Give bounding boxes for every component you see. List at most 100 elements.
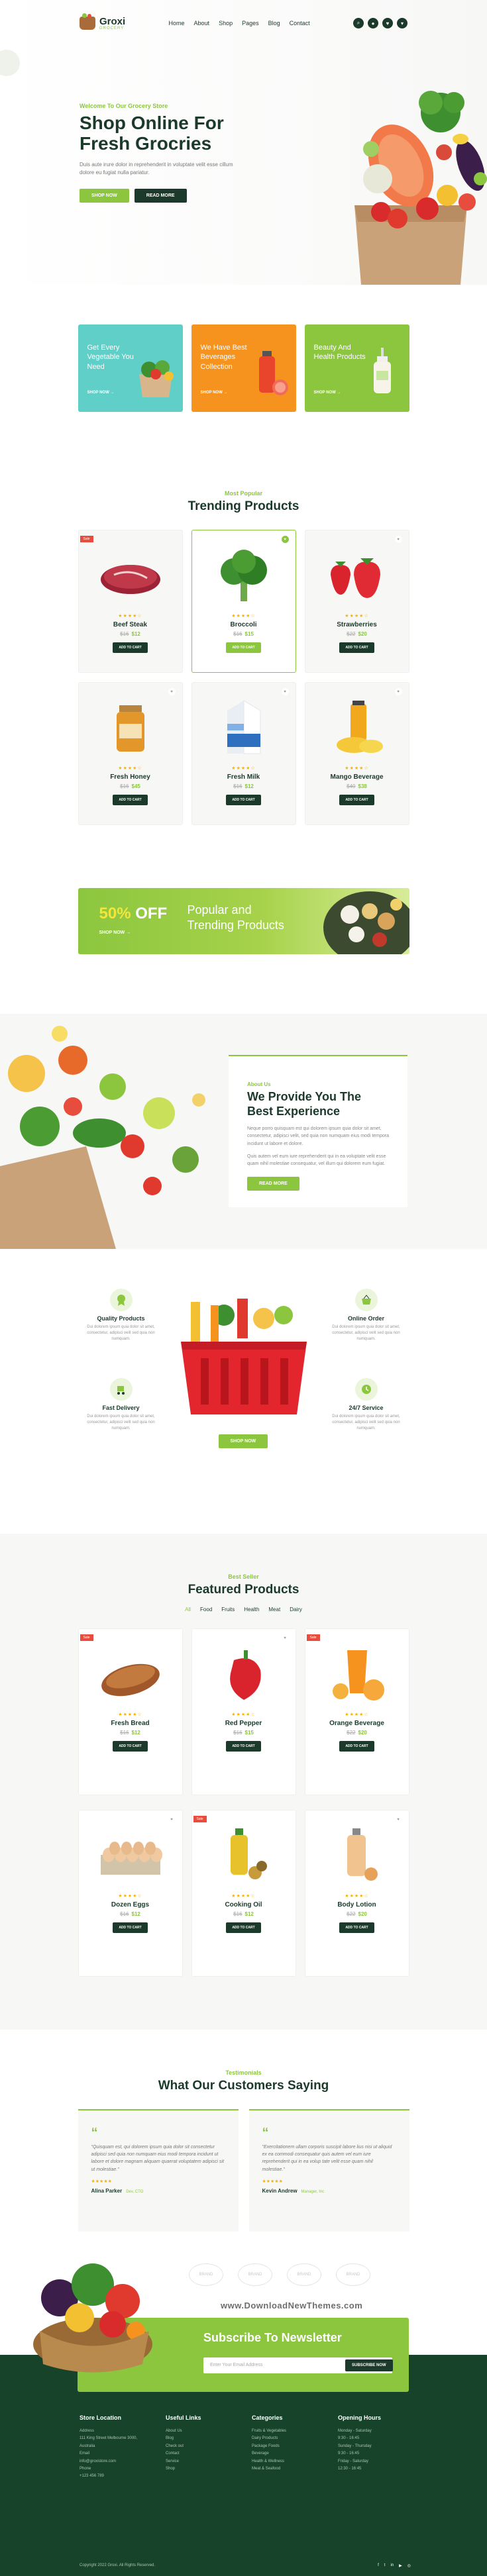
footer-link[interactable]: Package Foods	[252, 2443, 325, 2450]
rating-stars: ★★★★☆	[231, 766, 256, 771]
footer-link[interactable]: Fruits & Vegetables	[252, 2428, 325, 2435]
footer-link[interactable]: Contact	[166, 2450, 239, 2457]
nav-home[interactable]: Home	[169, 20, 185, 26]
product-name[interactable]: Fresh Bread	[79, 1720, 182, 1727]
wishlist-heart-icon[interactable]: ♥	[281, 536, 289, 543]
wishlist-heart-icon[interactable]: ♥	[281, 1634, 289, 1642]
linkedin-icon[interactable]: in	[390, 2563, 394, 2568]
promo-card-beverages[interactable]: We Have Best Beverages Collection SHOP N…	[191, 324, 296, 412]
promo-card-beauty[interactable]: Beauty And Health Products SHOP NOW →	[304, 324, 409, 412]
footer-link[interactable]: Meat & Seafood	[252, 2465, 325, 2473]
filter-all[interactable]: All	[185, 1607, 191, 1612]
promo-card-vegetables[interactable]: Get Every Vegetable You Need SHOP NOW →	[78, 324, 183, 412]
footer-link[interactable]: Dairy Products	[252, 2435, 325, 2442]
add-to-cart-button[interactable]: ADD TO CART	[226, 795, 261, 805]
read-more-button[interactable]: READ MORE	[134, 188, 187, 203]
logo[interactable]: Groxi GROCERY	[80, 13, 125, 30]
footer-text[interactable]: info@groxistore.com	[80, 2458, 152, 2465]
wishlist-heart-icon[interactable]: ♥	[168, 1816, 176, 1823]
filter-health[interactable]: Health	[244, 1607, 259, 1612]
footer-text[interactable]: +123 456 789	[80, 2473, 152, 2480]
nav-contact[interactable]: Contact	[290, 20, 310, 26]
filter-dairy[interactable]: Dairy	[290, 1607, 302, 1612]
footer-link[interactable]: Health & Wellness	[252, 2458, 325, 2465]
product-name[interactable]: Red Pepper	[192, 1720, 296, 1727]
subscribe-button[interactable]: SUBSCRIBE NOW	[345, 2359, 393, 2371]
discount-banner[interactable]: 50% OFF SHOP NOW → Popular and Trending …	[78, 888, 409, 954]
product-card[interactable]: Sale ★★★★☆ Cooking Oil $16 $12 ADD TO CAR…	[191, 1810, 296, 1977]
search-icon[interactable]: ⌕	[353, 18, 364, 28]
promo-shop-link[interactable]: SHOP NOW →	[87, 391, 115, 395]
nav-pages[interactable]: Pages	[242, 20, 259, 26]
wishlist-heart-icon[interactable]: ♥	[168, 688, 176, 695]
product-card[interactable]: Sale ★★★★☆ Fresh Bread $16 $12 ADD TO CAR…	[78, 1628, 183, 1795]
footer-link[interactable]: Check out	[166, 2443, 239, 2450]
product-card[interactable]: ♥ ★★★★☆ Dozen Eggs $16 $12 ADD TO CART	[78, 1810, 183, 1977]
footer-link[interactable]: Service	[166, 2458, 239, 2465]
instagram-icon[interactable]: ◎	[407, 2563, 411, 2568]
footer-link[interactable]: Shop	[166, 2465, 239, 2473]
about-read-more-button[interactable]: READ MORE	[247, 1177, 299, 1191]
add-to-cart-button[interactable]: ADD TO CART	[226, 642, 261, 653]
nav-blog[interactable]: Blog	[268, 20, 280, 26]
footer-link[interactable]: Blog	[166, 2435, 239, 2442]
wishlist-heart-icon[interactable]: ♥	[394, 1816, 402, 1823]
youtube-icon[interactable]: ▶	[399, 2563, 402, 2568]
product-card[interactable]: ♥ ★★★★☆ Body Lotion $22 $20 ADD TO CART	[304, 1810, 409, 1977]
add-to-cart-button[interactable]: ADD TO CART	[113, 795, 148, 805]
facebook-icon[interactable]: f	[378, 2563, 379, 2568]
product-name[interactable]: Beef Steak	[79, 621, 182, 628]
product-name[interactable]: Strawberries	[305, 621, 409, 628]
product-name[interactable]: Dozen Eggs	[79, 1901, 182, 1908]
footer-link[interactable]: Beverage	[252, 2450, 325, 2457]
filter-fruits[interactable]: Fruits	[221, 1607, 235, 1612]
product-card[interactable]: ♥ ★★★★☆ Mango Beverage $40 $38 ADD TO CAR…	[304, 682, 409, 825]
product-name[interactable]: Orange Beverage	[305, 1720, 409, 1727]
filter-meat[interactable]: Meat	[268, 1607, 280, 1612]
footer-label: Email	[80, 2452, 90, 2456]
product-card[interactable]: ♥ ★★★★☆ Broccoli $16 $15 ADD TO CART	[191, 530, 296, 673]
banner-shop-link[interactable]: SHOP NOW →	[99, 930, 131, 935]
cart-icon[interactable]: ▾	[397, 18, 407, 28]
features-shop-now-button[interactable]: SHOP NOW	[218, 1434, 268, 1448]
add-to-cart-button[interactable]: ADD TO CART	[113, 1741, 148, 1752]
product-name[interactable]: Mango Beverage	[305, 773, 409, 781]
product-name[interactable]: Body Lotion	[305, 1901, 409, 1908]
product-card[interactable]: Sale ★★★★☆ Orange Beverage $22 $20 ADD TO…	[304, 1628, 409, 1795]
new-price: $45	[131, 783, 140, 789]
copyright-text: Copyright 2022 Groxi. All Rights Reserve…	[80, 2563, 156, 2567]
promo-shop-link[interactable]: SHOP NOW →	[201, 391, 228, 395]
product-name[interactable]: Cooking Oil	[192, 1901, 296, 1908]
add-to-cart-button[interactable]: ADD TO CART	[339, 642, 374, 653]
testimonial-author: Alina Parker Dev, CTO	[91, 2188, 225, 2194]
add-to-cart-button[interactable]: ADD TO CART	[113, 642, 148, 653]
product-name[interactable]: Broccoli	[192, 621, 296, 628]
user-icon[interactable]: ●	[368, 18, 378, 28]
nav-about[interactable]: About	[194, 20, 210, 26]
groceries-image	[323, 891, 409, 954]
product-card[interactable]: ♥ ★★★★☆ Fresh Honey $16 $45 ADD TO CART	[78, 682, 183, 825]
filter-food[interactable]: Food	[200, 1607, 212, 1612]
wishlist-heart-icon[interactable]: ♥	[394, 688, 402, 695]
footer-link[interactable]: About Us	[166, 2428, 239, 2435]
promo-shop-link[interactable]: SHOP NOW →	[314, 391, 341, 395]
twitter-icon[interactable]: t	[384, 2563, 386, 2568]
product-name[interactable]: Fresh Honey	[79, 773, 182, 781]
product-name[interactable]: Fresh Milk	[192, 773, 296, 781]
wishlist-heart-icon[interactable]: ♥	[281, 688, 289, 695]
add-to-cart-button[interactable]: ADD TO CART	[339, 1741, 374, 1752]
product-card[interactable]: ♥ ★★★★☆ Red Pepper $16 $15 ADD TO CART	[191, 1628, 296, 1795]
product-card[interactable]: ♥ ★★★★☆ Fresh Milk $16 $12 ADD TO CART	[191, 682, 296, 825]
add-to-cart-button[interactable]: ADD TO CART	[113, 1922, 148, 1933]
add-to-cart-button[interactable]: ADD TO CART	[339, 795, 374, 805]
add-to-cart-button[interactable]: ADD TO CART	[226, 1741, 261, 1752]
heart-icon[interactable]: ♥	[382, 18, 393, 28]
add-to-cart-button[interactable]: ADD TO CART	[226, 1922, 261, 1933]
nav-shop[interactable]: Shop	[219, 20, 233, 26]
product-card[interactable]: Sale ★★★★☆ Beef Steak $16 $12 ADD TO CART	[78, 530, 183, 673]
about-section: About Us We Provide You The Best Experie…	[0, 1014, 487, 1249]
add-to-cart-button[interactable]: ADD TO CART	[339, 1922, 374, 1933]
wishlist-heart-icon[interactable]: ♥	[394, 536, 402, 543]
product-card[interactable]: ♥ ★★★★☆ Strawberries $22 $20 ADD TO CART	[304, 530, 409, 673]
shop-now-button[interactable]: SHOP NOW	[80, 188, 129, 203]
